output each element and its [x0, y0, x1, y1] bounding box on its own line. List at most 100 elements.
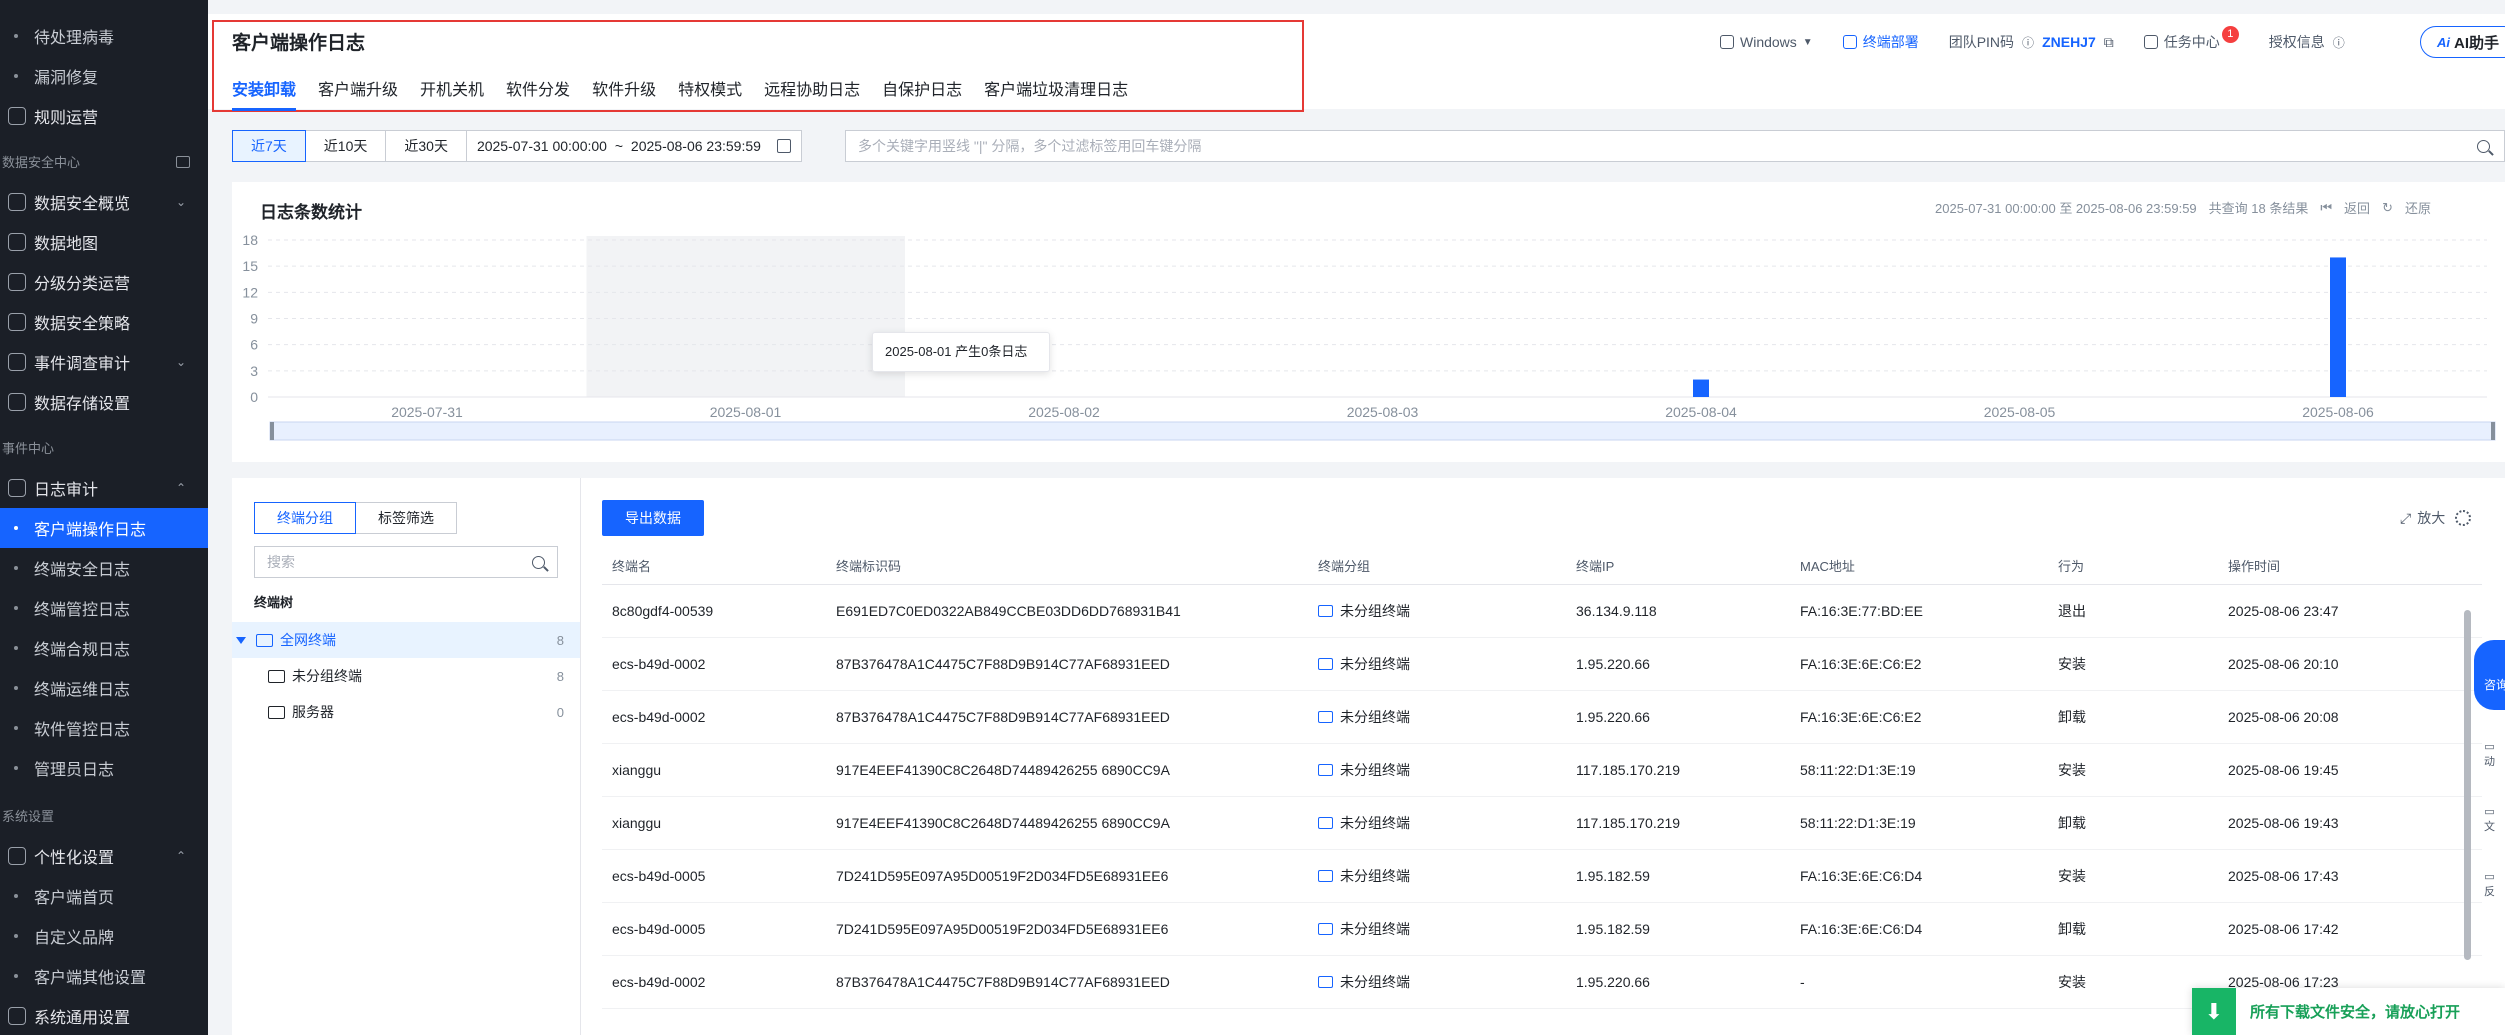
tree-tab[interactable]: 终端分组: [254, 502, 356, 534]
os-selector[interactable]: Windows ▼: [1720, 34, 1813, 50]
tree-search-input[interactable]: 搜索: [254, 546, 558, 578]
tab-2[interactable]: 开机关机: [420, 76, 484, 111]
table-row[interactable]: ecs-b49d-0002 87B376478A1C4475C7F88D9B914…: [602, 690, 2482, 744]
quick-range-button[interactable]: 近30天: [385, 130, 467, 162]
tab-4[interactable]: 软件升级: [592, 76, 656, 111]
tree-search-placeholder: 搜索: [267, 554, 295, 570]
tree-node[interactable]: 全网终端 8: [232, 622, 580, 658]
side-float-button[interactable]: ▭ 动: [2474, 740, 2505, 800]
tree-node[interactable]: 未分组终端 8: [232, 658, 580, 694]
column-header[interactable]: 行为: [2048, 548, 2218, 585]
column-header[interactable]: 终端分组: [1308, 548, 1566, 585]
chart-brush-handle-right[interactable]: [2491, 422, 2495, 440]
table-row[interactable]: ecs-b49d-0002 87B376478A1C4475C7F88D9B914…: [602, 637, 2482, 691]
tab-8[interactable]: 客户端垃圾清理日志: [984, 76, 1128, 111]
tab-3[interactable]: 软件分发: [506, 76, 570, 111]
tree-tab[interactable]: 标签筛选: [355, 502, 457, 534]
sidebar-item-23[interactable]: 客户端其他设置: [0, 956, 208, 996]
tree-node-count: 8: [556, 632, 564, 648]
chart-bar[interactable]: [1693, 379, 1709, 397]
column-header[interactable]: 终端标识码: [826, 548, 1308, 585]
sidebar-item-7[interactable]: 数据安全策略: [0, 302, 208, 342]
side-float-button[interactable]: ▭ 文: [2474, 805, 2505, 865]
sidebar-item-15[interactable]: 终端合规日志: [0, 628, 208, 668]
sidebar-item-1[interactable]: 漏洞修复: [0, 56, 208, 96]
tab-0[interactable]: 安装卸载: [232, 76, 297, 111]
ai-assistant-button[interactable]: Ai AI助手: [2420, 26, 2505, 58]
tab-6[interactable]: 远程协助日志: [764, 76, 860, 111]
table-cell: E691ED7C0ED0322AB849CCBE03DD6DD768931B41: [826, 584, 1308, 638]
tab-1[interactable]: 客户端升级: [318, 76, 398, 111]
search-icon[interactable]: [532, 556, 545, 569]
sidebar-item-5[interactable]: 数据地图: [0, 222, 208, 262]
chart-bar[interactable]: [2330, 257, 2346, 397]
table-row[interactable]: 8c80gdf4-00539 E691ED7C0ED0322AB849CCBE03…: [602, 584, 2482, 638]
table-cell: 87B376478A1C4475C7F88D9B914C77AF68931EED: [826, 637, 1308, 691]
table-row[interactable]: xianggu 917E4EEF41390C8C2648D74489426255 …: [602, 796, 2482, 850]
sidebar-item-6[interactable]: 分级分类运营: [0, 262, 208, 302]
sidebar-item-8[interactable]: 事件调查审计 ⌄: [0, 342, 208, 382]
copy-icon[interactable]: ⧉: [2104, 34, 2114, 51]
tab-5[interactable]: 特权模式: [678, 76, 742, 111]
sidebar-item-16[interactable]: 终端运维日志: [0, 668, 208, 708]
sidebar-item-label: 终端合规日志: [34, 642, 131, 659]
export-button[interactable]: 导出数据: [602, 500, 704, 536]
sidebar-item-13[interactable]: 终端安全日志: [0, 548, 208, 588]
sidebar-item-label: 个性化设置: [34, 850, 115, 867]
side-float-button[interactable]: ▭ 反: [2474, 870, 2505, 930]
sidebar-item-17[interactable]: 软件管控日志: [0, 708, 208, 748]
lock-icon[interactable]: [176, 156, 190, 168]
bullet-icon: [14, 686, 18, 690]
sidebar-item-11[interactable]: 日志审计 ⌃: [0, 468, 208, 508]
column-header[interactable]: 终端IP: [1566, 548, 1790, 585]
chevron-icon: ⌄: [175, 355, 186, 369]
sidebar-item-18[interactable]: 管理员日志: [0, 748, 208, 788]
gear-icon[interactable]: [2455, 510, 2472, 526]
sidebar-item-0[interactable]: 待处理病毒: [0, 16, 208, 56]
table-row[interactable]: ecs-b49d-0005 7D241D595E097A95D00519F2D03…: [602, 849, 2482, 903]
quick-range-button[interactable]: 近10天: [304, 130, 387, 162]
table-cell: ecs-b49d-0002: [602, 955, 826, 1009]
table-row[interactable]: xianggu 917E4EEF41390C8C2648D74489426255 …: [602, 743, 2482, 797]
x-tick-label: 2025-08-05: [1984, 404, 2056, 420]
search-icon[interactable]: [2477, 140, 2490, 153]
tree-node-label: 服务器: [292, 704, 334, 720]
sidebar-item-4[interactable]: 数据安全概览 ⌄: [0, 182, 208, 222]
quick-range-button[interactable]: 近7天: [232, 130, 306, 162]
license-link[interactable]: 授权信息 ⓘ: [2269, 32, 2345, 52]
sidebar-item-22[interactable]: 自定义品牌: [0, 916, 208, 956]
caret-down-icon[interactable]: [236, 636, 246, 644]
sidebar-item-21[interactable]: 客户端首页: [0, 876, 208, 916]
table-row[interactable]: ecs-b49d-0005 7D241D595E097A95D00519F2D03…: [602, 902, 2482, 956]
column-header[interactable]: MAC地址: [1790, 548, 2048, 585]
sidebar-item-20[interactable]: 个性化设置 ⌃: [0, 836, 208, 876]
download-toast[interactable]: ⬇ 所有下载文件安全，请放心打开: [2192, 988, 2505, 1035]
task-center-link[interactable]: 任务中心 1: [2143, 25, 2239, 52]
sidebar-item-2[interactable]: 规则运营: [0, 96, 208, 136]
pin-value: ZNEHJ7: [2042, 34, 2096, 50]
sidebar-item-12[interactable]: 客户端操作日志: [0, 508, 208, 548]
sidebar-item-label: 规则运营: [34, 110, 99, 127]
keyword-search-input[interactable]: 多个关键字用竖线 "|" 分隔，多个过滤标签用回车键分隔: [845, 130, 2505, 162]
column-header[interactable]: 操作时间: [2218, 548, 2482, 585]
sidebar-item-24[interactable]: 系统通用设置: [0, 996, 208, 1035]
sidebar-item-9[interactable]: 数据存储设置: [0, 382, 208, 422]
chart-brush-track[interactable]: [269, 421, 2496, 441]
task-icon: [2143, 35, 2158, 49]
log-count-chart[interactable]: 0 3 6 9 12 15 18 2025-07-31 2025-08-01 2025-08-02…: [232, 182, 2505, 462]
column-header[interactable]: 终端名: [602, 548, 826, 585]
table-scrollbar[interactable]: [2464, 610, 2471, 960]
sidebar-item-14[interactable]: 终端管控日志: [0, 588, 208, 628]
download-message: 所有下载文件安全，请放心打开: [2250, 1004, 2461, 1021]
folder-icon: [1318, 816, 1333, 829]
deploy-link[interactable]: 终端部署: [1842, 32, 1919, 52]
table-cell: 2025-08-06 19:45: [2218, 743, 2482, 797]
chart-brush-handle-left[interactable]: [270, 422, 274, 440]
table-cell: 1.95.220.66: [1566, 955, 1790, 1009]
tree-node[interactable]: 服务器 0: [232, 694, 580, 730]
zoom-button[interactable]: 放大: [2417, 508, 2445, 528]
folder-icon: [1318, 657, 1333, 670]
date-range-picker[interactable]: 2025-07-31 00:00:00 ~ 2025-08-06 23:59:5…: [465, 130, 802, 162]
tree-node-count: 8: [556, 668, 564, 684]
tab-7[interactable]: 自保护日志: [882, 76, 962, 111]
